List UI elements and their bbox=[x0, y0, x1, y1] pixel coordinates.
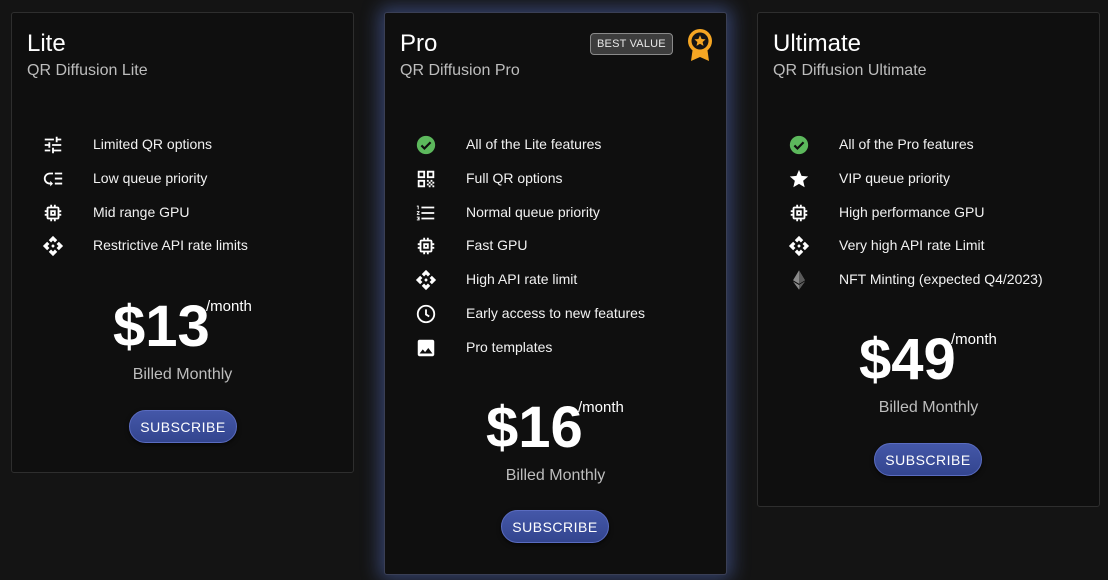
feature-item: Restrictive API rate limits bbox=[12, 230, 353, 264]
api-icon bbox=[42, 235, 64, 257]
price-amount: $13 bbox=[113, 294, 210, 359]
check-circle-icon bbox=[788, 134, 810, 156]
feature-item: Low queue priority bbox=[12, 163, 353, 197]
feature-item: High API rate limit bbox=[385, 264, 726, 298]
price-amount: $49 bbox=[859, 327, 956, 392]
qr-code-icon bbox=[415, 168, 437, 190]
feature-label: Mid range GPU bbox=[93, 203, 190, 220]
price-period: /month bbox=[578, 399, 624, 416]
subscribe-button-pro[interactable]: SUBSCRIBE bbox=[501, 510, 609, 543]
best-value-badge: BEST VALUE bbox=[590, 33, 673, 55]
feature-item: Full QR options bbox=[385, 163, 726, 197]
feature-label: Early access to new features bbox=[466, 304, 645, 321]
feature-item: Normal queue priority bbox=[385, 197, 726, 231]
feature-label: Limited QR options bbox=[93, 136, 213, 152]
cpu-icon bbox=[788, 202, 810, 224]
subscribe-button-ultimate[interactable]: SUBSCRIBE bbox=[874, 443, 982, 476]
feature-label: Normal queue priority bbox=[466, 203, 600, 220]
clock-icon bbox=[415, 303, 437, 325]
cpu-icon bbox=[415, 235, 437, 257]
price-period: /month bbox=[951, 331, 997, 348]
check-circle-icon bbox=[415, 134, 437, 156]
feature-label: High API rate limit bbox=[466, 271, 578, 288]
feature-item: Mid range GPU bbox=[12, 197, 353, 231]
feature-item: Pro templates bbox=[385, 332, 726, 366]
feature-label: Fast GPU bbox=[466, 237, 528, 254]
api-icon bbox=[788, 235, 810, 257]
plan-title: Ultimate bbox=[773, 30, 862, 57]
feature-item: Fast GPU bbox=[385, 230, 726, 264]
feature-item: All of the Pro features bbox=[758, 129, 1099, 163]
feature-label: Pro templates bbox=[466, 338, 553, 355]
star-icon bbox=[788, 168, 810, 190]
feature-label: All of the Lite features bbox=[466, 136, 602, 152]
pricing-card-pro: Pro QR Diffusion Pro BEST VALUE All of t… bbox=[384, 12, 727, 575]
billing-note: Billed Monthly bbox=[132, 366, 233, 383]
feature-item: All of the Lite features bbox=[385, 129, 726, 163]
plan-subtitle: QR Diffusion Lite bbox=[27, 62, 148, 79]
subscribe-button-lite[interactable]: SUBSCRIBE bbox=[129, 410, 237, 443]
numbered-list-icon bbox=[415, 202, 437, 224]
feature-item: Early access to new features bbox=[385, 298, 726, 332]
billing-note: Billed Monthly bbox=[505, 467, 606, 484]
feature-label: All of the Pro features bbox=[839, 136, 974, 152]
feature-label: NFT Minting (expected Q4/2023) bbox=[839, 271, 1043, 288]
feature-label: Full QR options bbox=[466, 169, 563, 186]
feature-item: VIP queue priority bbox=[758, 163, 1099, 197]
feature-item: High performance GPU bbox=[758, 197, 1099, 231]
plan-title: Pro bbox=[400, 30, 438, 57]
cpu-icon bbox=[42, 202, 64, 224]
tune-icon bbox=[42, 134, 64, 156]
award-ribbon-icon bbox=[685, 27, 715, 63]
api-icon bbox=[415, 269, 437, 291]
price-period: /month bbox=[206, 298, 252, 315]
feature-item: NFT Minting (expected Q4/2023) bbox=[758, 264, 1099, 298]
billing-note: Billed Monthly bbox=[878, 399, 979, 416]
feature-label: VIP queue priority bbox=[839, 169, 951, 186]
feature-label: Low queue priority bbox=[93, 169, 208, 186]
pricing-card-lite: Lite QR Diffusion Lite Limited QR option… bbox=[11, 12, 354, 473]
plan-subtitle: QR Diffusion Pro bbox=[400, 62, 520, 79]
feature-label: Very high API rate Limit bbox=[839, 237, 985, 254]
price-amount: $16 bbox=[486, 395, 583, 460]
plan-subtitle: QR Diffusion Ultimate bbox=[773, 62, 927, 79]
image-icon bbox=[415, 337, 437, 359]
feature-label: Restrictive API rate limits bbox=[93, 237, 248, 254]
feature-item: Limited QR options bbox=[12, 129, 353, 163]
feature-label: High performance GPU bbox=[839, 203, 985, 220]
feature-item: Very high API rate Limit bbox=[758, 230, 1099, 264]
feature-list: All of the Pro features VIP queue priori… bbox=[758, 129, 1099, 298]
plan-title: Lite bbox=[27, 30, 66, 57]
low-priority-icon bbox=[42, 168, 64, 190]
feature-list: Limited QR options Low queue priority Mi… bbox=[12, 129, 353, 264]
feature-list: All of the Lite features Full QR options… bbox=[385, 129, 726, 366]
pricing-card-ultimate: Ultimate QR Diffusion Ultimate All of th… bbox=[757, 12, 1100, 507]
ethereum-icon bbox=[788, 269, 810, 291]
